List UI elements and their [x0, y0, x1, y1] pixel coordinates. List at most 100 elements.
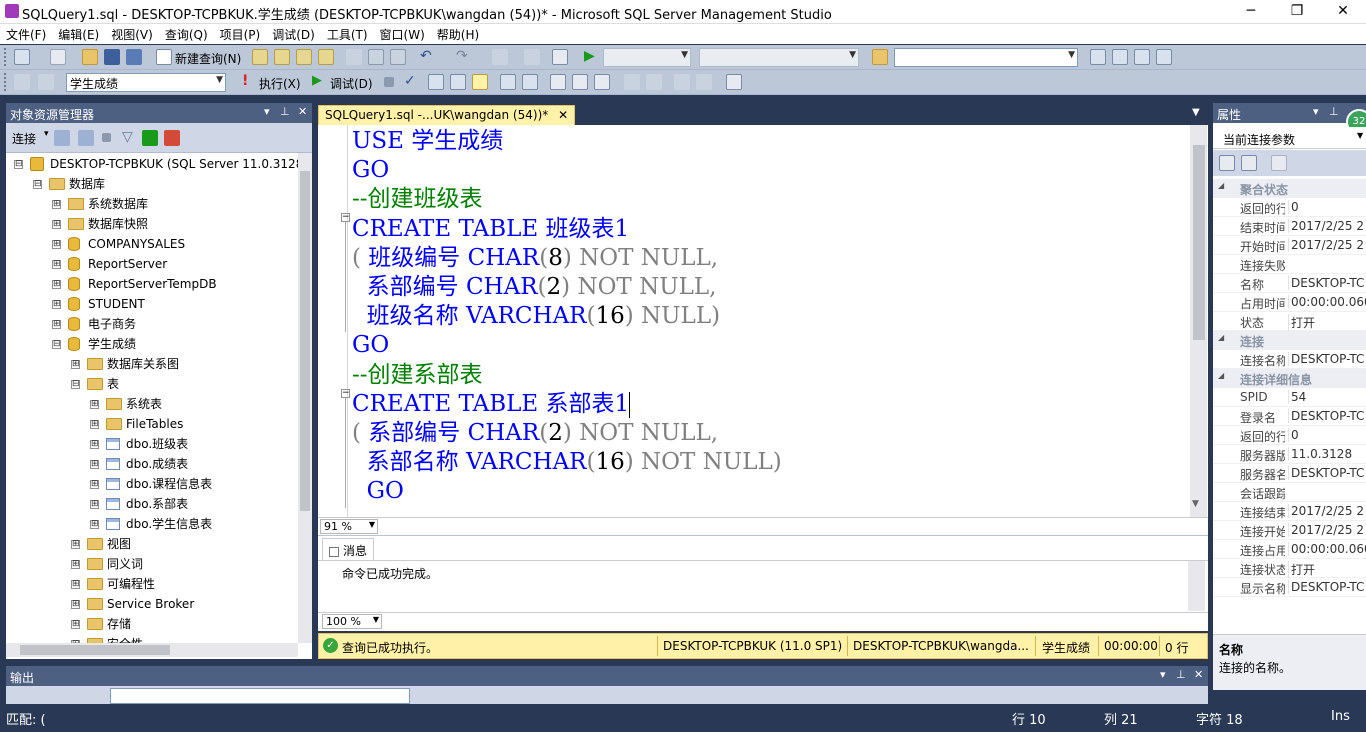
property-row[interactable]: 连接开始 2017/2/25 2 — [1213, 521, 1366, 540]
tab-sqlquery1[interactable]: SQLQuery1.sql -...UK\wangdan (54))* ✕ — [318, 105, 576, 125]
expand-icon[interactable]: ⊞ — [90, 400, 99, 409]
property-group[interactable]: ◢ 连接详细信息 — [1213, 369, 1366, 388]
collapse-icon[interactable]: ⊟ — [14, 160, 23, 169]
tree-node[interactable]: ⊞ FileTables — [6, 414, 298, 434]
minimize-button[interactable]: ─ — [1228, 0, 1274, 24]
platform-combo[interactable]: ▼ — [699, 48, 859, 67]
pin-icon[interactable]: ⊥ — [1176, 668, 1186, 681]
panel-menu-icon[interactable]: ▾ — [1313, 105, 1319, 118]
scroll-down-icon[interactable]: ▼ — [1192, 499, 1199, 509]
uncomment-icon[interactable] — [646, 74, 662, 90]
menu-view[interactable]: 视图(V) — [105, 24, 159, 45]
property-row[interactable]: 名称 DESKTOP-TC — [1213, 274, 1366, 293]
property-group[interactable]: ◢ 聚合状态 — [1213, 179, 1366, 198]
tree-node[interactable]: ⊞ ReportServerTempDB — [6, 274, 298, 294]
decrease-indent-icon[interactable] — [674, 74, 690, 90]
comment-icon[interactable] — [624, 74, 640, 90]
tree-node[interactable]: ⊞ 系统表 — [6, 394, 298, 414]
property-row[interactable]: 返回的行 0 — [1213, 426, 1366, 445]
find-combo[interactable]: ▼ — [894, 48, 1078, 67]
new-query-button[interactable]: 新建查询(N) — [175, 50, 241, 67]
scroll-thumb[interactable] — [300, 171, 310, 511]
output-source-combo[interactable] — [110, 688, 410, 704]
collapse-icon[interactable]: − — [341, 213, 350, 222]
refresh-icon[interactable] — [142, 130, 158, 146]
tab-messages[interactable]: 消息 — [322, 538, 375, 560]
cut-icon[interactable] — [346, 49, 362, 65]
tree-node[interactable]: ⊞ ReportServer — [6, 254, 298, 274]
expand-icon[interactable]: ⊞ — [52, 300, 61, 309]
expand-icon[interactable]: ⊞ — [90, 420, 99, 429]
config-combo[interactable]: ▼ — [603, 48, 691, 67]
expand-icon[interactable]: ⊞ — [71, 540, 80, 549]
expand-icon[interactable]: ⊞ — [52, 280, 61, 289]
expand-icon[interactable]: ⊞ — [90, 520, 99, 529]
tree-vertical-scrollbar[interactable] — [298, 153, 312, 643]
tree-node[interactable]: ⊞ dbo.系部表 — [6, 494, 298, 514]
editor-vertical-scrollbar[interactable]: ▼ — [1190, 125, 1207, 517]
properties-window-icon[interactable] — [1156, 49, 1172, 65]
increase-indent-icon[interactable] — [696, 74, 712, 90]
results-text-icon[interactable] — [550, 74, 566, 90]
scroll-thumb[interactable] — [20, 645, 170, 655]
tree-node[interactable]: ⊞安全性 — [6, 634, 298, 643]
expand-icon[interactable]: ⊞ — [90, 460, 99, 469]
expand-icon[interactable]: ⊞ — [52, 220, 61, 229]
property-pages-icon[interactable] — [1271, 155, 1287, 171]
expand-icon[interactable]: ⊞ — [71, 600, 80, 609]
close-icon[interactable]: ✕ — [298, 105, 307, 118]
add-item-icon[interactable] — [50, 49, 66, 65]
property-row[interactable]: 状态 打开 — [1213, 312, 1366, 331]
tree-node[interactable]: ⊞ Service Broker — [6, 594, 298, 614]
panel-menu-icon[interactable]: ▾ — [1160, 668, 1166, 681]
property-group[interactable]: ◢ 连接 — [1213, 331, 1366, 350]
scroll-thumb[interactable] — [1193, 145, 1205, 340]
expand-icon[interactable]: ⊞ — [52, 260, 61, 269]
tree-node[interactable]: ⊞ COMPANYSALES — [6, 234, 298, 254]
results-file-icon[interactable] — [594, 74, 610, 90]
tab-list-icon[interactable]: ▼ — [1192, 107, 1200, 118]
expand-icon[interactable]: ⊞ — [90, 500, 99, 509]
tree-node[interactable]: ⊞ dbo.成绩表 — [6, 454, 298, 474]
menu-help[interactable]: 帮助(H) — [431, 24, 485, 45]
property-row[interactable]: 显示名称 DESKTOP-TC — [1213, 578, 1366, 597]
property-row[interactable]: 登录名 DESKTOP-TC — [1213, 407, 1366, 426]
expand-icon[interactable]: ⊞ — [71, 360, 80, 369]
screenshot-icon[interactable] — [552, 49, 568, 65]
database-selector[interactable]: 学生成绩 ▼ — [66, 73, 226, 92]
connect-icon[interactable] — [14, 74, 30, 90]
query-designer-icon[interactable] — [450, 74, 466, 90]
property-row[interactable]: SPID 54 — [1213, 388, 1366, 407]
panel-menu-icon[interactable]: ▾ — [264, 105, 270, 118]
results-zoom-select[interactable]: 100 % ▼ — [322, 614, 382, 629]
intellisense-icon[interactable] — [472, 74, 488, 90]
property-row[interactable]: 开始时间 2017/2/25 2 — [1213, 236, 1366, 255]
mdx-query-icon[interactable] — [296, 49, 312, 65]
collapse-icon[interactable]: ◢ — [1218, 333, 1224, 342]
client-stats-icon[interactable] — [522, 74, 538, 90]
expand-icon[interactable]: ⊞ — [52, 240, 61, 249]
include-plan-icon[interactable] — [500, 74, 516, 90]
expand-icon[interactable]: ⊞ — [71, 560, 80, 569]
results-grid-icon[interactable] — [572, 74, 588, 90]
tree-node[interactable]: ⊞ 视图 — [6, 534, 298, 554]
expand-icon[interactable]: ⊞ — [52, 320, 61, 329]
connect-dropdown[interactable]: 连接 — [12, 130, 36, 147]
code-editor[interactable]: − − USE 学生成绩 GO --创建班级表 CREATE TABLE 班级表1( … — [318, 125, 1208, 517]
menu-query[interactable]: 查询(Q) — [159, 24, 214, 45]
new-project-icon[interactable] — [14, 49, 30, 65]
menu-debug[interactable]: 调试(D) — [266, 24, 321, 45]
menu-edit[interactable]: 编辑(E) — [52, 24, 105, 45]
registered-servers-icon[interactable] — [1090, 49, 1106, 65]
tree-node[interactable]: ⊞ dbo.班级表 — [6, 434, 298, 454]
property-row[interactable]: 服务器名 DESKTOP-TC — [1213, 464, 1366, 483]
db-query-icon[interactable] — [252, 49, 268, 65]
paste-icon[interactable] — [390, 49, 406, 65]
save-icon[interactable] — [104, 49, 120, 65]
tree-node[interactable]: ⊞ STUDENT — [6, 294, 298, 314]
tree-node[interactable]: ⊟ 学生成绩 — [6, 334, 298, 354]
xmla-query-icon[interactable] — [318, 49, 334, 65]
collapse-icon[interactable]: ⊟ — [71, 380, 80, 389]
redo-icon[interactable]: ↷ — [456, 49, 472, 65]
collapse-icon[interactable]: − — [341, 389, 350, 398]
